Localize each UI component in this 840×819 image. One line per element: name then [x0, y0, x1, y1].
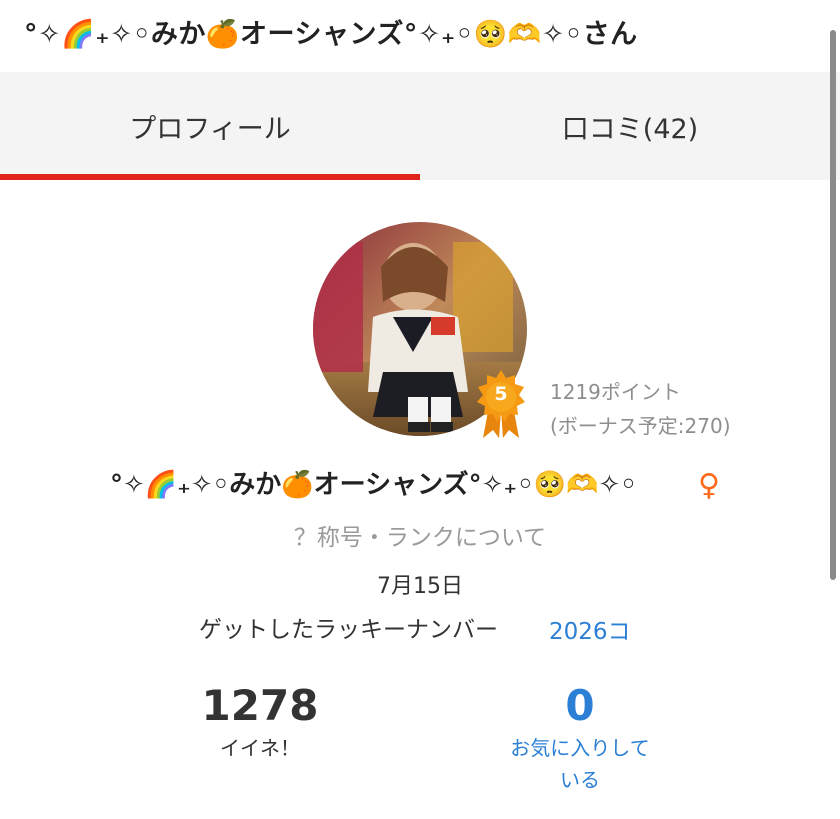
tab-bar: プロフィール 口コミ(42)	[0, 72, 840, 180]
title-bar: °✧🌈₊✧◦みか🍊オーシャンズ°✧₊◦🥺🫶✧◦さん	[0, 0, 840, 72]
page-title: °✧🌈₊✧◦みか🍊オーシャンズ°✧₊◦🥺🫶✧◦さん	[24, 19, 638, 50]
user-name: °✧🌈₊✧◦みか🍊オーシャンズ°✧₊◦🥺🫶✧◦	[110, 470, 637, 500]
points-text: 1219ポイント	[550, 380, 681, 404]
rank-info-link[interactable]: ？称号・ランクについて	[0, 518, 840, 552]
likes-label: イイネ！	[220, 736, 300, 760]
active-tab-indicator	[0, 174, 420, 180]
scrollbar[interactable]	[830, 30, 836, 580]
favorites-stat[interactable]: 0 お気に入りしている	[480, 680, 680, 796]
lucky-number-count[interactable]: 2026コ	[549, 612, 631, 646]
favorites-label[interactable]: お気に入りしている	[505, 732, 655, 796]
rank-badge: 5	[473, 368, 529, 440]
favorites-count[interactable]: 0	[480, 680, 680, 732]
tab-reviews[interactable]: 口コミ(42)	[420, 72, 840, 180]
likes-count: 1278	[201, 681, 319, 730]
rank-number: 5	[494, 383, 508, 405]
likes-stat: 1278 イイネ！	[160, 680, 360, 764]
female-icon: ♀	[698, 468, 720, 503]
bonus-text: (ボーナス予定:270)	[550, 414, 731, 438]
lucky-number-label: ゲットしたラッキーナンバー	[199, 617, 498, 643]
lucky-date: 7月15日	[377, 574, 463, 599]
tab-profile[interactable]: プロフィール	[0, 72, 420, 180]
